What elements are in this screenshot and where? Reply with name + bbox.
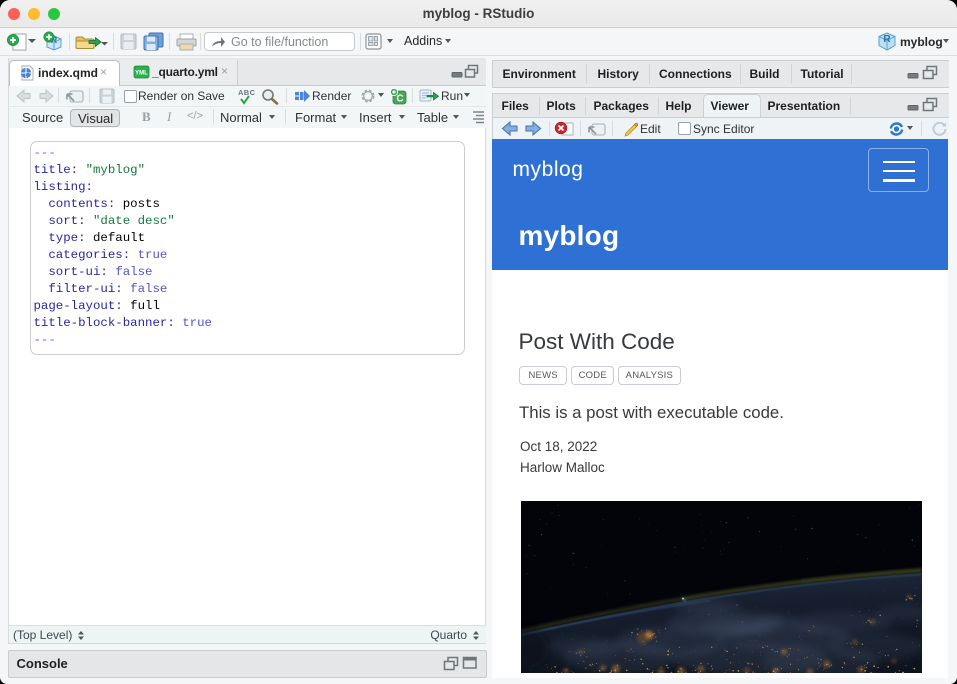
svg-text:YML: YML [135,71,148,77]
svg-text:ABC: ABC [238,88,256,97]
svg-text:C: C [396,94,403,105]
svg-text:R: R [883,34,891,45]
